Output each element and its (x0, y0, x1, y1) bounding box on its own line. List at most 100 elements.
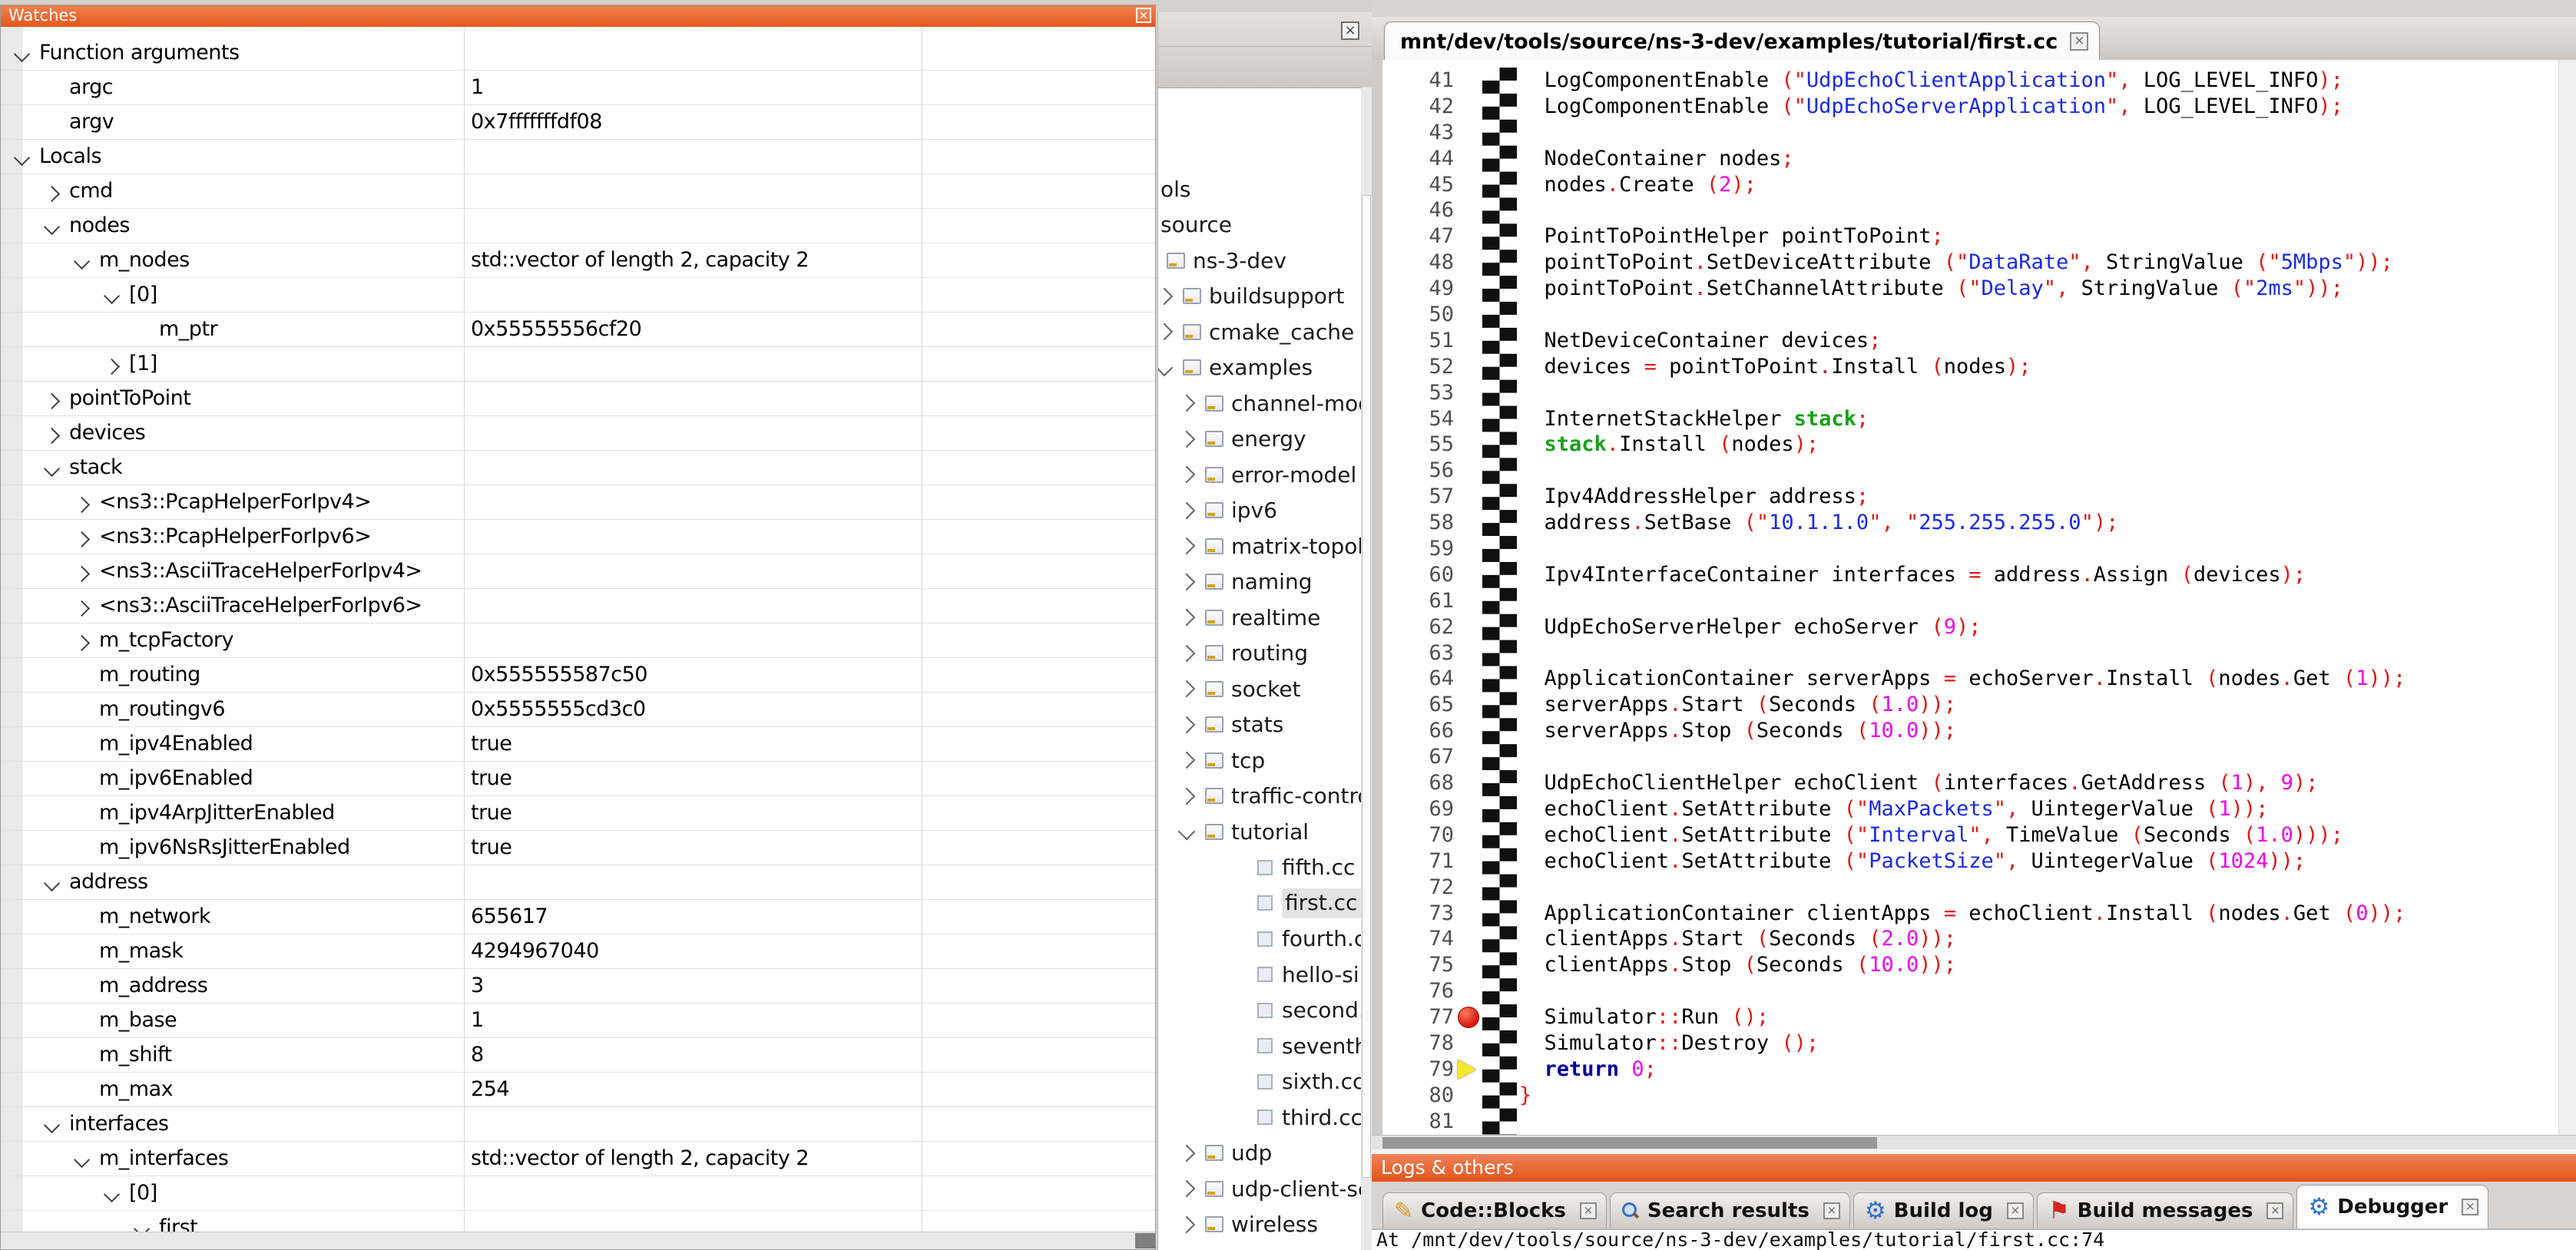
line-number[interactable]: 71 (1372, 848, 1454, 875)
editor-tab-first-cc[interactable]: mnt/dev/tools/source/ns-3-dev/examples/t… (1384, 21, 2100, 61)
line-number[interactable]: 78 (1372, 1030, 1454, 1057)
chevron-right-icon[interactable] (1178, 466, 1196, 484)
code-line-44[interactable]: 44 NodeContainer nodes; (1372, 146, 2559, 172)
chevron-right-icon[interactable] (1178, 716, 1196, 733)
watch-row[interactable]: m_ipv6NsRsJitterEnabledtrue (1, 831, 1155, 865)
chevron-right-icon[interactable] (1178, 644, 1196, 662)
chevron-right-icon[interactable] (74, 531, 90, 547)
watch-row[interactable]: nodes (1, 209, 1155, 243)
code-line-53[interactable]: 53 (1372, 380, 2559, 406)
line-number[interactable]: 72 (1372, 875, 1454, 901)
watch-row[interactable]: m_ipv4Enabledtrue (1, 727, 1155, 762)
tree-item-seventh-cc[interactable]: seventh.cc (1158, 1028, 1361, 1064)
close-icon[interactable]: × (2266, 1202, 2283, 1219)
tree-item-udp[interactable]: udp (1158, 1136, 1361, 1172)
watch-row[interactable]: m_mask4294967040 (1, 934, 1155, 969)
code-line-69[interactable]: 69 echoClient.SetAttribute ("MaxPackets"… (1372, 796, 2559, 822)
chevron-right-icon[interactable] (1178, 430, 1196, 448)
watch-row[interactable]: m_interfacesstd::vector of length 2, cap… (1, 1142, 1155, 1176)
close-icon[interactable]: × (1580, 1202, 1597, 1219)
line-number[interactable]: 47 (1372, 223, 1454, 250)
watch-row[interactable]: m_network655617 (1, 900, 1155, 934)
breakpoint-icon[interactable] (1458, 1007, 1479, 1028)
code-line-65[interactable]: 65 serverApps.Start (Seconds (1.0)); (1372, 692, 2559, 718)
tree-item-buildsupport[interactable]: buildsupport (1158, 279, 1361, 315)
chevron-right-icon[interactable] (44, 428, 60, 444)
watch-row[interactable]: argv0x7fffffffdf08 (1, 105, 1155, 140)
watch-row[interactable]: m_nodesstd::vector of length 2, capacity… (1, 243, 1155, 278)
code-line-45[interactable]: 45 nodes.Create (2); (1372, 172, 2559, 198)
tree-item-routing[interactable]: routing (1158, 636, 1361, 672)
log-tab-search-results[interactable]: Search results× (1610, 1192, 1850, 1229)
chevron-right-icon[interactable] (74, 497, 90, 513)
line-number[interactable]: 50 (1372, 302, 1454, 328)
chevron-right-icon[interactable] (1178, 609, 1196, 627)
line-number[interactable]: 64 (1372, 666, 1454, 692)
chevron-right-icon[interactable] (104, 359, 120, 375)
line-number[interactable]: 79 (1372, 1057, 1454, 1083)
scrollbar-thumb[interactable] (1135, 1233, 1155, 1248)
code-area[interactable]: 41 LogComponentEnable ("UdpEchoClientApp… (1372, 60, 2576, 1135)
tree-item-tutorial[interactable]: tutorial (1158, 814, 1361, 850)
line-number[interactable]: 77 (1372, 1004, 1454, 1030)
tree-item-realtime[interactable]: realtime (1158, 600, 1361, 636)
line-number[interactable]: 62 (1372, 614, 1454, 640)
watch-row[interactable]: [0] (1, 278, 1155, 312)
code-line-70[interactable]: 70 echoClient.SetAttribute ("Interval", … (1372, 822, 2559, 848)
line-number[interactable]: 56 (1372, 458, 1454, 484)
chevron-down-icon[interactable] (14, 46, 30, 62)
line-number[interactable]: 67 (1372, 744, 1454, 770)
line-number[interactable]: 48 (1372, 250, 1454, 276)
code-line-58[interactable]: 58 address.SetBase ("10.1.1.0", "255.255… (1372, 510, 2559, 536)
code-line-60[interactable]: 60 Ipv4InterfaceContainer interfaces = a… (1372, 562, 2559, 588)
tree-item-socket[interactable]: socket (1158, 671, 1361, 707)
code-line-63[interactable]: 63 (1372, 640, 2559, 666)
chevron-right-icon[interactable] (44, 393, 60, 409)
code-line-81[interactable]: 81 (1372, 1109, 2559, 1135)
chevron-down-icon[interactable] (104, 288, 120, 304)
line-number[interactable]: 58 (1372, 510, 1454, 536)
watch-row[interactable]: [1] (1, 347, 1155, 382)
line-number[interactable]: 57 (1372, 484, 1454, 510)
line-number[interactable]: 65 (1372, 692, 1454, 718)
line-number[interactable]: 63 (1372, 640, 1454, 666)
watch-row[interactable]: m_base1 (1, 1004, 1155, 1038)
tree-item-traffic-contro[interactable]: traffic-contro (1158, 779, 1361, 815)
chevron-right-icon[interactable] (74, 566, 90, 582)
code-line-46[interactable]: 46 (1372, 197, 2559, 223)
watches-horizontal-scrollbar[interactable] (1, 1232, 1155, 1249)
line-number[interactable]: 49 (1372, 276, 1454, 302)
code-line-79[interactable]: 79 return 0; (1372, 1057, 2559, 1083)
tree-item-hello-simul[interactable]: hello-simul (1158, 957, 1361, 993)
editor-vertical-scrollbar[interactable] (2558, 60, 2576, 1135)
tree-item-examples[interactable]: examples (1158, 350, 1361, 386)
code-line-73[interactable]: 73 ApplicationContainer clientApps = ech… (1372, 901, 2559, 927)
chevron-down-icon[interactable] (14, 150, 30, 166)
tree-item-channel-mod[interactable]: channel-mod (1158, 385, 1361, 422)
watch-row[interactable]: m_ptr0x55555556cf20 (1, 312, 1155, 347)
code-line-61[interactable]: 61 (1372, 588, 2559, 614)
code-line-66[interactable]: 66 serverApps.Stop (Seconds (10.0)); (1372, 718, 2559, 744)
line-number[interactable]: 53 (1372, 380, 1454, 406)
line-number[interactable]: 75 (1372, 952, 1454, 978)
chevron-down-icon[interactable] (44, 461, 60, 477)
watch-row[interactable]: <ns3::PcapHelperForIpv4> (1, 485, 1155, 520)
watch-row[interactable]: stack (1, 451, 1155, 485)
line-number[interactable]: 46 (1372, 197, 1454, 223)
tree-item-energy[interactable]: energy (1158, 422, 1361, 458)
tree-item-wireless[interactable]: wireless (1158, 1207, 1361, 1243)
code-line-55[interactable]: 55 stack.Install (nodes); (1372, 432, 2559, 458)
chevron-right-icon[interactable] (1178, 1215, 1196, 1233)
watch-row[interactable]: <ns3::AsciiTraceHelperForIpv4> (1, 554, 1155, 589)
logs-titlebar[interactable]: Logs & others (1372, 1154, 2576, 1182)
chevron-right-icon[interactable] (1178, 1180, 1196, 1198)
chevron-right-icon[interactable] (74, 600, 90, 617)
watch-row[interactable]: m_shift8 (1, 1038, 1155, 1073)
close-icon[interactable]: × (2007, 1202, 2024, 1219)
line-number[interactable]: 69 (1372, 796, 1454, 822)
line-number[interactable]: 43 (1372, 120, 1454, 146)
watch-row[interactable]: m_ipv6Enabledtrue (1, 762, 1155, 796)
watch-row[interactable]: m_max254 (1, 1073, 1155, 1107)
code-line-48[interactable]: 48 pointToPoint.SetDeviceAttribute ("Dat… (1372, 250, 2559, 276)
chevron-right-icon[interactable] (1178, 395, 1196, 412)
